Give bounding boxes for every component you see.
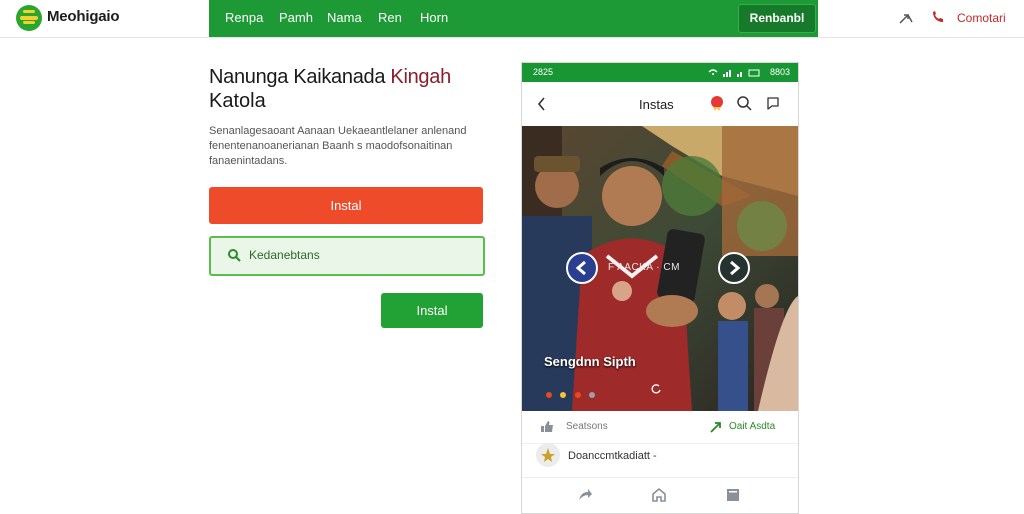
badge-icon[interactable] <box>709 95 725 111</box>
like-icon[interactable] <box>540 420 554 433</box>
photo-carousel[interactable]: F AACKA · CM Sengdnn Sipth <box>522 126 798 411</box>
nav-item-3[interactable]: Nama <box>327 10 362 25</box>
share-label[interactable]: Oait Asdta <box>729 421 775 432</box>
status-icons <box>708 69 760 77</box>
arrow-left-icon <box>575 260 586 276</box>
install-primary-button[interactable]: Instal <box>209 187 483 224</box>
like-label[interactable]: Seatsons <box>566 421 608 432</box>
hero-description-line: fenentenanoanerianan Baanh s maodofsonai… <box>209 140 453 152</box>
carousel-dot[interactable] <box>560 392 567 398</box>
carousel-prev-button[interactable] <box>566 252 598 284</box>
carousel-dot[interactable] <box>589 392 596 398</box>
phone-app-title: Instas <box>639 97 674 112</box>
arrow-right-icon <box>730 260 741 276</box>
hero-title: Nanunga Kaikanada Kingah <box>209 66 451 89</box>
nav-menu-icon[interactable] <box>725 487 741 503</box>
install-secondary-button[interactable]: Instal <box>381 293 483 328</box>
carousel-next-button[interactable] <box>718 252 750 284</box>
contact-link[interactable]: Comotari <box>957 11 1006 25</box>
share-arrow-icon[interactable] <box>709 420 723 433</box>
photo-overlay-text: F AACKA · CM <box>608 262 680 273</box>
search-input[interactable]: Kedanebtans <box>209 236 485 276</box>
nav-item-1[interactable]: Renpa <box>225 10 263 25</box>
post-actions: Seatsons Oait Asdta <box>522 411 798 443</box>
star-icon[interactable] <box>536 443 560 467</box>
phone-bottom-nav <box>522 477 798 513</box>
brand-name[interactable]: Meohigaio <box>47 8 120 25</box>
status-time: 2825 <box>533 67 554 77</box>
nav-home-icon[interactable] <box>651 487 667 503</box>
nav-share-icon[interactable] <box>577 487 593 503</box>
phone-app-bar: Instas <box>522 82 798 126</box>
back-icon[interactable] <box>536 97 548 111</box>
search-value: Kedanebtans <box>249 248 320 262</box>
status-battery: 8803 <box>769 67 790 77</box>
nav-item-5[interactable]: Horn <box>420 10 448 25</box>
phone-status-bar: 2825 8803 <box>522 63 798 82</box>
photo-caption: Sengdnn Sipth <box>544 354 636 369</box>
hero-description: Senanlagesaoant Aanaan Uekaeantlelaner a… <box>209 124 489 169</box>
replay-icon[interactable] <box>650 383 662 395</box>
brand-subtitle <box>90 22 104 29</box>
hero-title-accent: Kingah <box>390 66 451 88</box>
share-icon[interactable] <box>898 10 914 26</box>
hero-title-line2: Katola <box>209 90 266 112</box>
phone-mockup: 2825 8803 Instas F AACKA · CM Sengdnn Si… <box>521 62 799 514</box>
carousel-dots <box>546 385 599 403</box>
hero-title-main: Nanunga Kaikanada <box>209 66 391 88</box>
search-icon <box>228 249 241 262</box>
chat-icon[interactable] <box>765 95 781 111</box>
hero-description-line: Senanlagesaoant Aanaan Uekaeantlelaner a… <box>209 125 467 137</box>
star-icon-glyph <box>541 448 555 462</box>
carousel-dot[interactable] <box>574 392 581 398</box>
carousel-dot[interactable] <box>546 392 552 398</box>
nav-cta-button[interactable]: Renbanbl <box>738 4 816 33</box>
search-icon[interactable] <box>736 95 752 111</box>
hero-description-line: fanaenintadans. <box>209 155 288 167</box>
divider <box>522 443 798 444</box>
nav-item-4[interactable]: Ren <box>378 10 402 25</box>
logo-icon[interactable] <box>16 5 42 31</box>
nav-item-2[interactable]: Pamh <box>279 10 313 25</box>
contact-icon[interactable] <box>930 9 946 25</box>
comment-row-label[interactable]: Doanccmtkadiatt - <box>568 450 657 462</box>
main-nav: Renpa Pamh Nama Ren Horn <box>209 0 818 37</box>
top-bar: Meohigaio Renpa Pamh Nama Ren Horn Renba… <box>0 0 1024 38</box>
